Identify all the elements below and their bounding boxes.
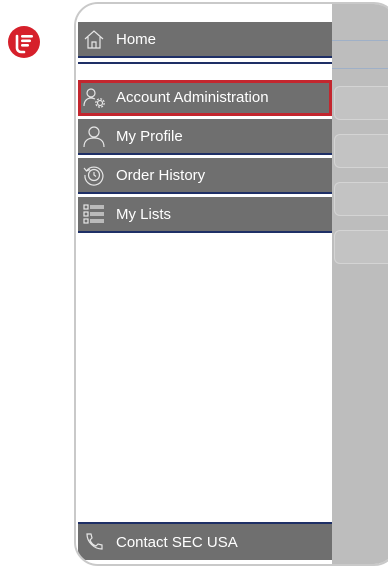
menu-item-label: My Profile [116,127,183,145]
menu-item-label: Order History [116,166,206,184]
home-icon [81,27,107,51]
user-gear-icon [81,85,107,109]
background-divider [332,40,388,41]
menu-item-my-lists[interactable]: My Lists [78,197,332,233]
menu-item-label: Account Administration [116,88,269,106]
menu-item-label: Home [116,30,157,48]
menu-item-order-history[interactable]: Order History [78,158,332,194]
user-icon [81,124,107,148]
background-divider [332,68,388,69]
brand-logo [8,26,40,58]
menu-item-label: My Lists [116,205,172,223]
background-card [334,230,388,264]
background-card [334,182,388,216]
menu-item-home[interactable]: Home [78,22,332,58]
background-card [334,134,388,168]
list-icon [81,202,107,226]
menu-item-contact[interactable]: Contact SEC USA [78,524,332,560]
menu-item-label: Contact SEC USA [116,533,238,551]
contact-icon [81,530,107,554]
background-card [334,86,388,120]
menu-item-my-profile[interactable]: My Profile [78,119,332,155]
side-menu: Home Account Administration My Profile O… [76,4,332,564]
phone-frame: Home Account Administration My Profile O… [74,2,388,566]
menu-item-account-administration[interactable]: Account Administration [78,80,332,116]
menu-divider [78,62,332,64]
history-icon [81,163,107,187]
